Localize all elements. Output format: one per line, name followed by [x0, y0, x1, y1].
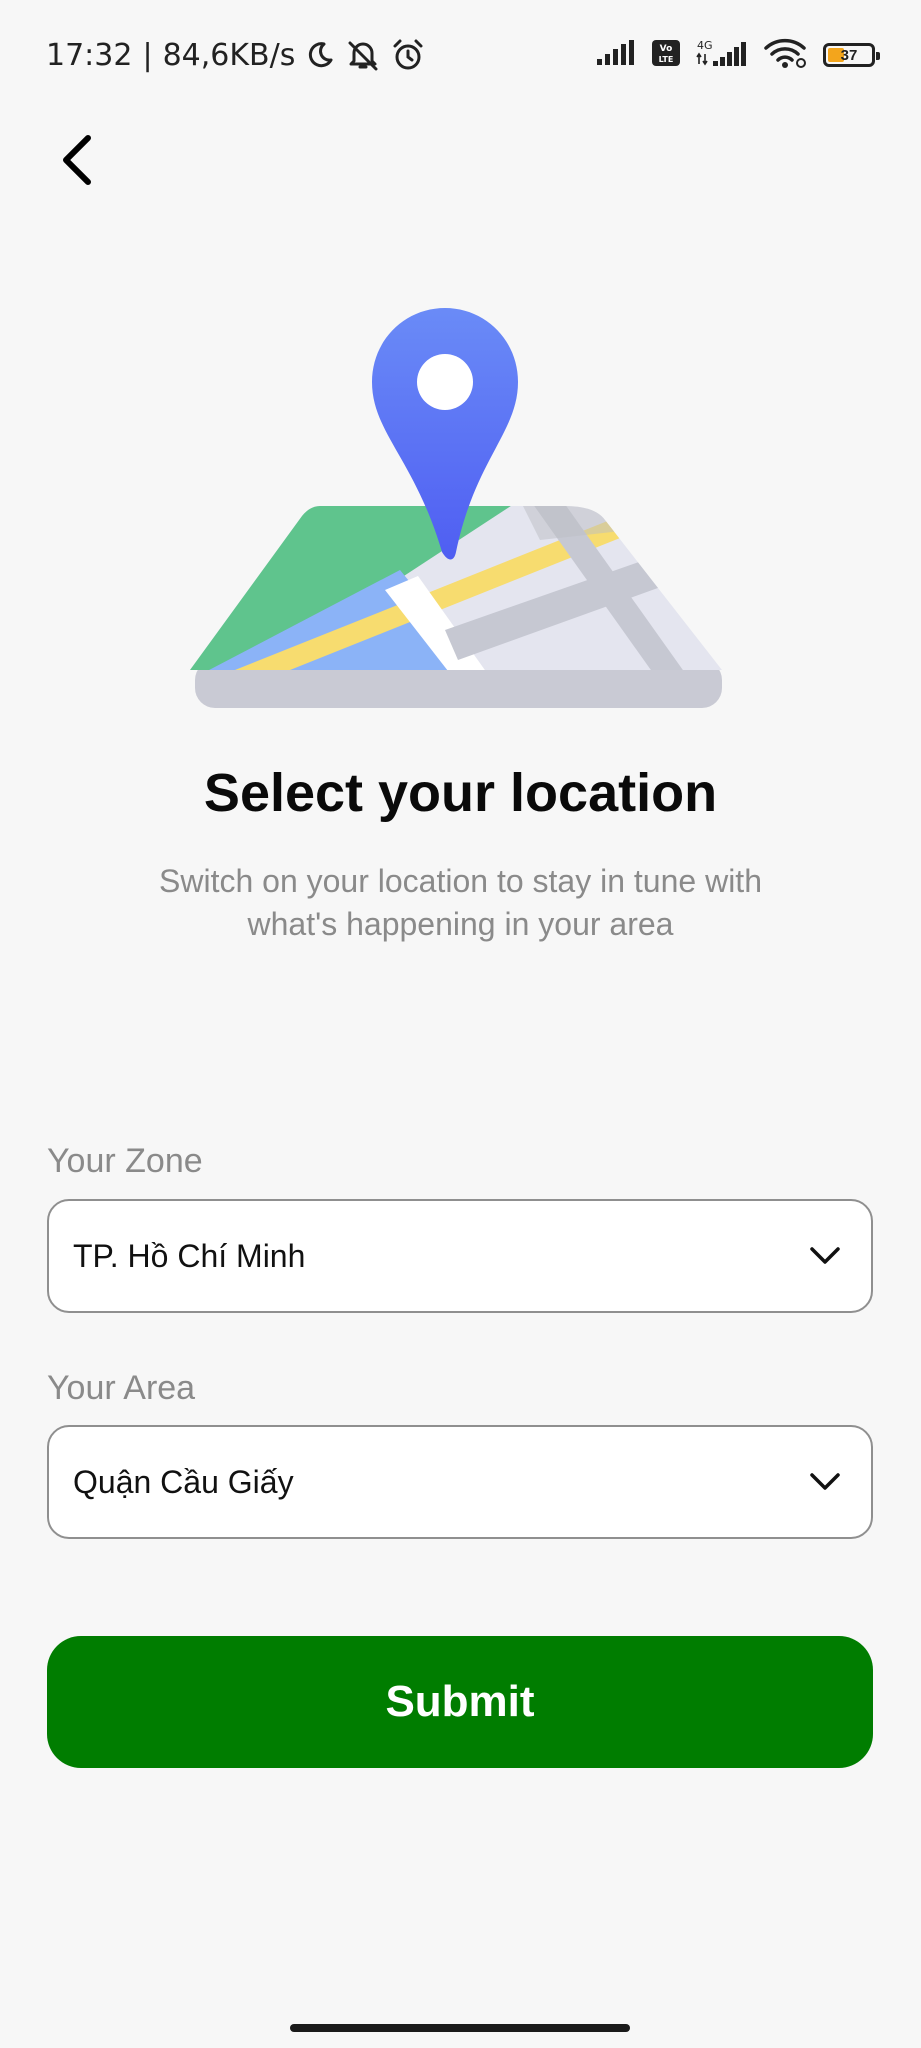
status-bar: 17:32 | 84,6KB/s Vo LTE 4G 37	[0, 0, 921, 110]
status-time: 17:32	[46, 37, 133, 73]
area-value: Quận Cầu Giấy	[73, 1463, 294, 1500]
signal-icon	[597, 39, 637, 71]
battery-icon: 37	[823, 43, 880, 67]
back-button[interactable]	[36, 120, 116, 200]
submit-button[interactable]: Submit	[47, 1636, 873, 1768]
map-location-illustration	[190, 300, 730, 720]
network-speed: 84,6KB/s	[162, 37, 296, 73]
battery-level: 37	[840, 46, 858, 64]
zone-value: TP. Hồ Chí Minh	[73, 1237, 306, 1274]
subtitle-line-2: what's happening in your area	[247, 906, 674, 942]
svg-text:4G: 4G	[697, 39, 713, 52]
moon-icon	[305, 40, 335, 70]
chevron-left-icon	[63, 135, 91, 185]
home-indicator[interactable]	[290, 2024, 630, 2032]
svg-text:Vo: Vo	[660, 44, 673, 54]
bell-off-icon	[345, 39, 381, 71]
svg-text:LTE: LTE	[659, 55, 674, 64]
area-select[interactable]: Quận Cầu Giấy	[47, 1425, 873, 1539]
page-title: Select your location	[203, 763, 718, 823]
map-location-pin-illustration	[190, 308, 722, 708]
chevron-down-icon	[810, 1473, 840, 1490]
chevron-down-icon	[810, 1247, 840, 1264]
status-bar-left: 17:32 | 84,6KB/s	[46, 38, 425, 73]
volte-icon: Vo LTE	[651, 39, 681, 72]
zone-select[interactable]: TP. Hồ Chí Minh	[47, 1199, 873, 1313]
status-separator: |	[142, 37, 153, 73]
page-subtitle: Switch on your location to stay in tune …	[100, 860, 821, 946]
status-bar-right: Vo LTE 4G 37	[597, 37, 880, 74]
alarm-clock-icon	[391, 38, 425, 72]
zone-label: Your Zone	[47, 1142, 203, 1180]
4g-signal-icon: 4G	[695, 38, 749, 73]
wifi-icon	[763, 37, 809, 74]
area-label: Your Area	[47, 1369, 196, 1407]
subtitle-line-1: Switch on your location to stay in tune …	[159, 863, 762, 899]
